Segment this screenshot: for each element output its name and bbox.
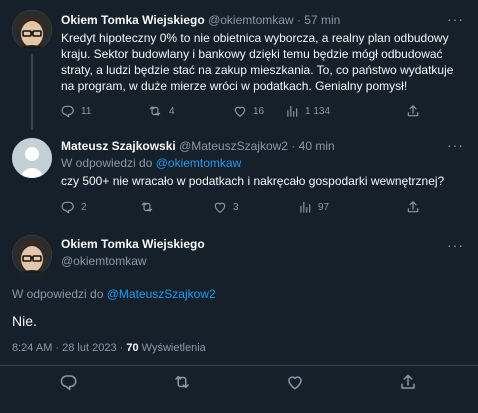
tweet-focused-okiemtomkaw[interactable]: Okiem Tomka Wiejskiego @okiemtomkaw ··· … bbox=[0, 225, 478, 413]
share-icon bbox=[407, 105, 419, 117]
like-button[interactable] bbox=[286, 373, 304, 396]
heart-icon bbox=[234, 106, 246, 117]
reply-prefix: W odpowiedzi do bbox=[12, 287, 104, 301]
tweet-text: Kredyt hipoteczny 0% to nie obietnica wy… bbox=[61, 31, 454, 93]
tweet-mateuszszajkow2[interactable]: Mateusz Szajkowski @MateuszSzajkow2 · 40… bbox=[0, 130, 478, 225]
avatar[interactable] bbox=[12, 138, 52, 178]
retweet-button[interactable]: 4 bbox=[147, 104, 175, 118]
action-bar: 11 4 16 1 134 bbox=[61, 104, 461, 120]
thread-connector bbox=[31, 54, 33, 130]
retweet-button[interactable] bbox=[139, 200, 155, 214]
separator: · bbox=[296, 13, 301, 27]
handle[interactable]: @MateuszSzajkow2 bbox=[179, 139, 288, 153]
views-icon bbox=[300, 201, 311, 213]
reply-icon bbox=[61, 105, 74, 118]
conversation-thread: Okiem Tomka Wiejskiego @okiemtomkaw · 57… bbox=[0, 0, 478, 413]
like-count: 16 bbox=[253, 105, 265, 117]
reply-count: 2 bbox=[81, 201, 87, 213]
reply-prefix: W odpowiedzi do bbox=[61, 156, 153, 170]
tweet-header: Okiem Tomka Wiejskiego @okiemtomkaw · 57… bbox=[61, 13, 340, 27]
timestamp[interactable]: 8:24 AM · 28 lut 2023 · bbox=[12, 342, 123, 354]
retweet-button[interactable] bbox=[172, 373, 192, 396]
share-button[interactable] bbox=[406, 104, 420, 118]
tweet-text: Nie. bbox=[12, 313, 37, 329]
heart-icon bbox=[214, 202, 226, 213]
more-icon[interactable]: ··· bbox=[447, 137, 464, 153]
reply-icon bbox=[61, 201, 74, 214]
reply-button[interactable] bbox=[60, 373, 78, 396]
views-count: 1 134 bbox=[305, 105, 331, 117]
reply-icon bbox=[60, 375, 77, 391]
timestamp[interactable]: 57 min bbox=[304, 13, 340, 27]
retweet-icon bbox=[141, 202, 153, 212]
tweet-meta: 8:24 AM · 28 lut 2023 · 70 Wyświetlenia bbox=[12, 342, 206, 354]
like-button[interactable]: 16 bbox=[233, 104, 264, 118]
tweet-okiemtomkaw-1[interactable]: Okiem Tomka Wiejskiego @okiemtomkaw · 57… bbox=[0, 0, 478, 130]
separator: · bbox=[291, 139, 296, 153]
display-name[interactable]: Okiem Tomka Wiejskiego bbox=[61, 237, 205, 251]
reply-handle-link[interactable]: @MateuszSzajkow2 bbox=[107, 287, 216, 301]
share-button[interactable] bbox=[399, 373, 417, 396]
tweet-text: czy 500+ nie wracało w podatkach i nakrę… bbox=[61, 174, 445, 188]
display-name[interactable]: Mateusz Szajkowski bbox=[61, 139, 176, 153]
tweet-header: Okiem Tomka Wiejskiego bbox=[61, 237, 205, 251]
reply-count: 11 bbox=[81, 105, 92, 117]
retweet-icon bbox=[149, 106, 161, 116]
tweet-header: Mateusz Szajkowski @MateuszSzajkow2 · 40… bbox=[61, 139, 335, 153]
avatar[interactable] bbox=[12, 10, 52, 50]
like-button[interactable]: 3 bbox=[213, 200, 239, 214]
like-count: 3 bbox=[233, 201, 239, 213]
heart-icon bbox=[288, 376, 302, 390]
tweet-handle-row: @okiemtomkaw bbox=[61, 254, 147, 268]
action-bar: 2 3 97 bbox=[61, 200, 461, 216]
view-count: 70 bbox=[126, 342, 139, 354]
display-name[interactable]: Okiem Tomka Wiejskiego bbox=[61, 13, 205, 27]
divider bbox=[0, 365, 478, 366]
share-icon bbox=[401, 374, 415, 389]
reply-button[interactable]: 11 bbox=[61, 104, 91, 118]
views-count: 97 bbox=[318, 201, 330, 213]
reply-context: W odpowiedzi do @okiemtomkaw bbox=[61, 156, 241, 170]
share-icon bbox=[407, 201, 419, 213]
reply-button[interactable]: 2 bbox=[61, 200, 87, 214]
reply-context: W odpowiedzi do @MateuszSzajkow2 bbox=[12, 287, 216, 301]
more-icon[interactable]: ··· bbox=[447, 237, 464, 253]
views-label: Wyświetlenia bbox=[141, 342, 206, 354]
handle[interactable]: @okiemtomkaw bbox=[208, 13, 294, 27]
views-button[interactable]: 1 134 bbox=[285, 104, 330, 118]
action-bar bbox=[0, 367, 478, 397]
share-button[interactable] bbox=[406, 200, 420, 214]
reply-handle-link[interactable]: @okiemtomkaw bbox=[156, 156, 242, 170]
avatar[interactable] bbox=[12, 235, 52, 275]
views-icon bbox=[287, 105, 298, 117]
retweet-icon bbox=[175, 376, 189, 388]
timestamp[interactable]: 40 min bbox=[299, 139, 335, 153]
retweet-count: 4 bbox=[169, 105, 175, 117]
more-icon[interactable]: ··· bbox=[447, 11, 464, 27]
handle[interactable]: @okiemtomkaw bbox=[61, 254, 147, 268]
views-button[interactable]: 97 bbox=[298, 200, 329, 214]
